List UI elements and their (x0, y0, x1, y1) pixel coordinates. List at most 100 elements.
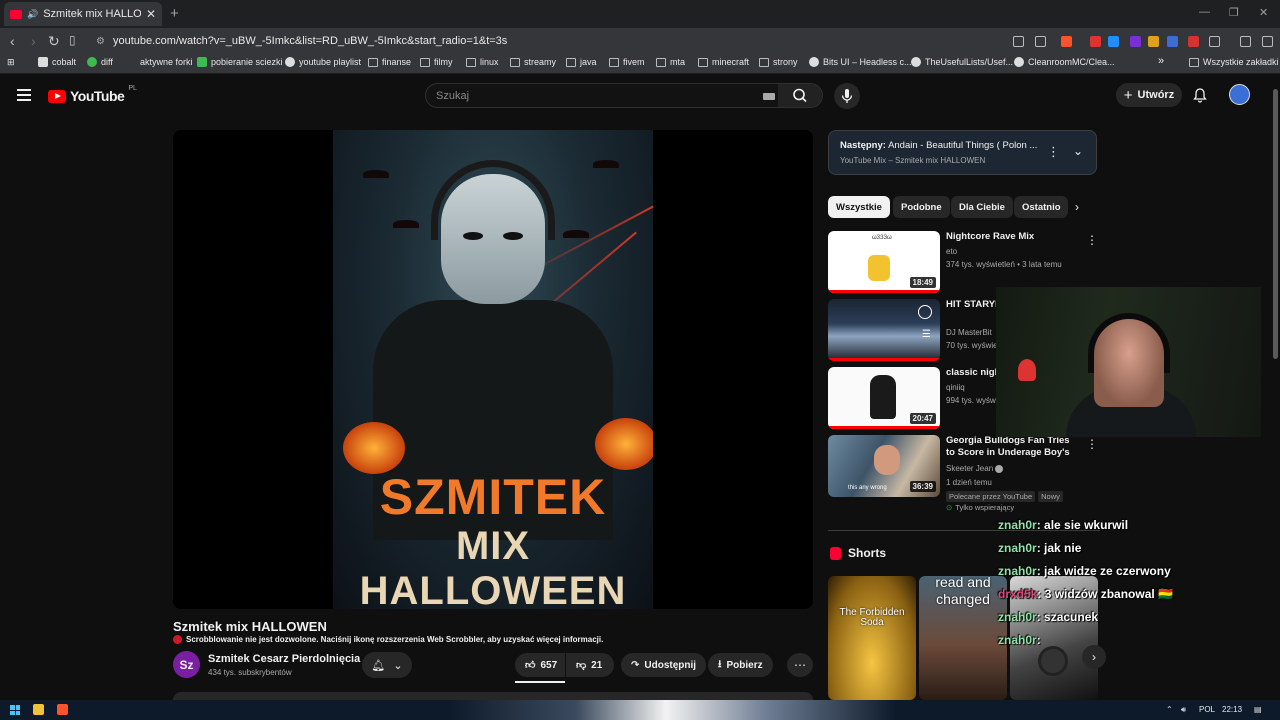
video-thumbnail[interactable]: this any wrong 36:39 (828, 435, 940, 497)
bookmark-item[interactable]: pobieranie sciezki (197, 57, 283, 67)
start-windows-icon[interactable] (10, 705, 20, 715)
extension-icon[interactable] (1090, 36, 1101, 47)
reload-icon[interactable]: ↻ (48, 33, 60, 50)
share-icon[interactable] (1035, 36, 1046, 47)
url-field[interactable]: ⚙ youtube.com/watch?v=_uBW_-5Imkc&list=R… (88, 31, 978, 51)
search-input[interactable]: Szukaj (436, 90, 469, 102)
clock[interactable]: 22:13 (1222, 705, 1242, 714)
add-to-queue-icon[interactable]: ☰ (922, 329, 931, 340)
extension-icon[interactable] (1188, 36, 1199, 47)
extension-icon[interactable] (1148, 36, 1159, 47)
extension-icon[interactable] (1130, 36, 1141, 47)
chip-for-you[interactable]: Dla Ciebie (951, 196, 1013, 218)
short-video[interactable]: The Forbidden Soda (828, 576, 916, 700)
bookmark-folder[interactable]: linux (466, 57, 499, 67)
create-button[interactable]: + Utwórz (1116, 83, 1182, 107)
brave-shields-icon[interactable] (1061, 36, 1072, 47)
share-button[interactable]: ↷ Udostępnij (621, 653, 707, 677)
subscription-bell-button[interactable]: 🔔︎ ⌄ (362, 652, 412, 678)
extensions-puzzle-icon[interactable] (1209, 36, 1220, 47)
bookmark-icon[interactable]: ▯ (69, 33, 76, 47)
cast-icon[interactable] (1013, 36, 1024, 47)
media-control-icon[interactable] (1240, 36, 1251, 47)
search-box[interactable]: Szukaj (425, 83, 823, 108)
bookmark-folder[interactable]: finanse (368, 57, 411, 67)
page-scrollbar[interactable] (1270, 75, 1280, 700)
video-thumbnail[interactable]: ☰ (828, 299, 940, 361)
bookmark-folder[interactable]: mta (656, 57, 685, 67)
scrollbar-thumb[interactable] (1273, 89, 1278, 359)
chip-all[interactable]: Wszystkie (828, 196, 890, 218)
site-settings-icon[interactable]: ⚙ (96, 36, 105, 47)
like-button[interactable]: 👍︎ 657 (515, 653, 565, 677)
bookmark-item[interactable]: cobalt (38, 57, 76, 67)
back-icon[interactable]: ‹ (10, 33, 15, 49)
language-indicator[interactable]: POL (1199, 705, 1215, 714)
extension-icon[interactable] (1167, 36, 1178, 47)
bookmark-folder[interactable]: fivem (609, 57, 645, 67)
dislike-button[interactable]: 👎︎ 21 (566, 653, 614, 677)
menu-icon[interactable] (1262, 36, 1273, 47)
recommendation-title[interactable]: Georgia Bulldogs Fan Tries to Score in U… (946, 435, 1078, 459)
keyboard-icon[interactable] (763, 93, 775, 100)
all-bookmarks-folder[interactable]: Wszystkie zakładki (1189, 57, 1279, 67)
account-avatar[interactable] (1229, 84, 1250, 105)
notification-center-icon[interactable]: ▤ (1254, 705, 1262, 714)
extension-icon[interactable] (1108, 36, 1119, 47)
forward-icon[interactable]: › (31, 33, 36, 49)
bookmark-folder[interactable]: minecraft (698, 57, 749, 67)
tray-overflow-icon[interactable]: ⌃ (1166, 705, 1173, 714)
chip-recent[interactable]: Ostatnio (1014, 196, 1068, 218)
video-thumbnail[interactable]: ω3З3ω 18:49 (828, 231, 940, 293)
bookmark-folder[interactable]: streamy (510, 57, 556, 67)
bookmark-folder[interactable]: java (566, 57, 597, 67)
download-button[interactable]: ⭳ Pobierz (708, 653, 773, 677)
bookmark-item[interactable]: Bits UI – Headless c... (809, 57, 912, 67)
short-video[interactable]: read and changed (919, 576, 1007, 700)
bookmark-item[interactable]: TheUsefulLists/Usef... (911, 57, 1013, 67)
minimize-icon[interactable]: — (1199, 6, 1210, 18)
bookmark-item[interactable]: CleanroomMC/Clea... (1014, 57, 1115, 67)
channel-avatar[interactable]: Sz (173, 651, 200, 678)
new-tab-button[interactable]: + (170, 5, 179, 22)
file-explorer-icon[interactable] (33, 704, 44, 715)
notifications-button[interactable] (1192, 87, 1208, 108)
volume-icon[interactable]: 🔊︎ (1181, 705, 1186, 715)
shorts-next-button[interactable]: › (1082, 645, 1106, 669)
apps-grid-icon[interactable]: ⊞ (7, 57, 15, 68)
more-actions-button[interactable]: ⋯ (787, 653, 813, 677)
bookmark-folder[interactable]: filmy (420, 57, 453, 67)
bookmark-item[interactable]: youtube playlist (285, 57, 361, 67)
watch-later-icon[interactable] (918, 305, 932, 319)
chip-related[interactable]: Podobne (893, 196, 950, 218)
recommendation-channel[interactable]: DJ MasterBit (946, 328, 992, 337)
hamburger-menu-icon[interactable] (17, 89, 31, 104)
brave-browser-icon[interactable] (57, 704, 68, 715)
chevron-right-icon[interactable]: › (1075, 200, 1079, 214)
recommendation-title[interactable]: Nightcore Rave Mix (946, 231, 1078, 243)
recommendation-channel[interactable]: qiniiq (946, 383, 965, 392)
browser-tab[interactable]: 🔊 Szmitek mix HALLOWEN - YouTube ✕ (4, 2, 162, 26)
search-button[interactable] (778, 84, 822, 107)
playlist-next-panel[interactable]: Następny: Andain - Beautiful Things ( Po… (828, 130, 1097, 175)
video-player[interactable]: SZMITEK MIX HALLOWEEN (173, 130, 813, 609)
recommendation-item[interactable]: ω3З3ω 18:49 Nightcore Rave Mix eto 374 t… (828, 231, 1100, 293)
chevron-down-icon[interactable]: ⌄ (1073, 144, 1083, 158)
more-vert-icon[interactable]: ⋮ (1086, 437, 1098, 451)
youtube-logo[interactable]: YouTube PL (48, 85, 137, 104)
bookmark-item[interactable]: diff (87, 57, 113, 67)
voice-search-button[interactable] (834, 83, 860, 109)
close-tab-icon[interactable]: ✕ (146, 7, 156, 21)
close-window-icon[interactable]: ✕ (1259, 6, 1268, 19)
video-thumbnail[interactable]: 20:47 (828, 367, 940, 429)
more-vert-icon[interactable]: ⋮ (1086, 233, 1098, 247)
tab-audio-icon[interactable]: 🔊 (27, 9, 38, 20)
recommendation-channel[interactable]: Skeeter Jean (946, 464, 1004, 473)
channel-name[interactable]: Szmitek Cesarz Pierdolnięcia (208, 653, 360, 665)
recommendation-channel[interactable]: eto (946, 247, 957, 256)
bookmark-folder[interactable]: strony (759, 57, 798, 67)
more-vert-icon[interactable]: ⋮ (1047, 144, 1060, 160)
bookmark-item[interactable]: aktywne forki (126, 57, 193, 67)
more-bookmarks-button[interactable]: » (1158, 55, 1164, 67)
restore-icon[interactable]: ❐ (1229, 6, 1239, 19)
